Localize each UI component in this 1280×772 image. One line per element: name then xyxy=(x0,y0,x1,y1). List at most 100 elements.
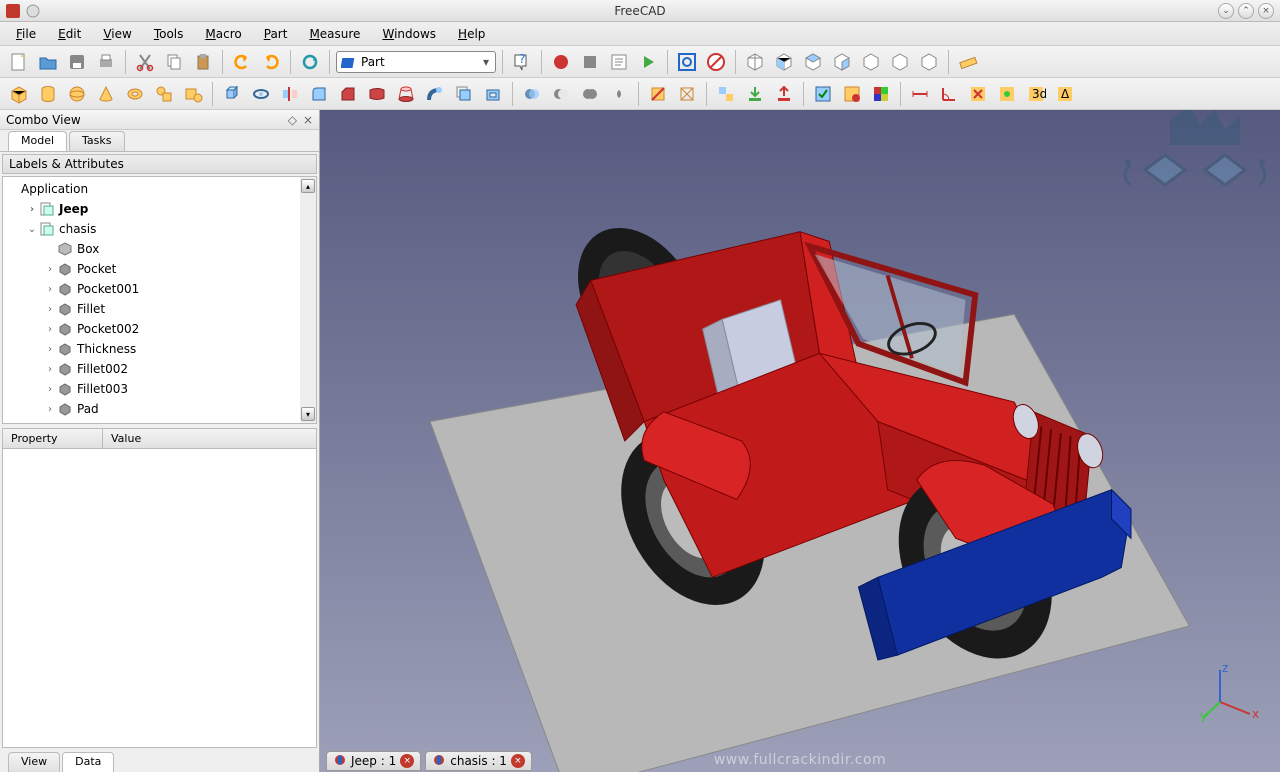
cut-bool-icon[interactable] xyxy=(548,81,574,107)
close-doc-icon[interactable]: × xyxy=(511,754,525,768)
shapebuilder-icon[interactable] xyxy=(180,81,206,107)
extrude-icon[interactable] xyxy=(219,81,245,107)
refresh-icon[interactable] xyxy=(297,49,323,75)
sweep-icon[interactable] xyxy=(422,81,448,107)
tree-item[interactable]: ›Pocket xyxy=(3,259,300,279)
workbench-selector[interactable]: Part xyxy=(336,51,496,73)
cube-icon[interactable] xyxy=(6,81,32,107)
minimize-button[interactable]: ⌄ xyxy=(1218,3,1234,19)
menu-macro[interactable]: Macro xyxy=(195,25,251,43)
tab-data[interactable]: Data xyxy=(62,752,114,772)
cross-icon[interactable] xyxy=(674,81,700,107)
sphere-icon[interactable] xyxy=(64,81,90,107)
expand-icon[interactable]: › xyxy=(43,364,57,375)
model-tree[interactable]: Application ›Jeep⌄chasisBox›Pocket›Pocke… xyxy=(3,177,300,423)
expand-icon[interactable]: ⌄ xyxy=(25,224,39,235)
copy-icon[interactable] xyxy=(161,49,187,75)
view-bottom-icon[interactable] xyxy=(887,49,913,75)
expand-icon[interactable]: › xyxy=(43,304,57,315)
check-icon[interactable] xyxy=(810,81,836,107)
menu-view[interactable]: View xyxy=(93,25,141,43)
expand-icon[interactable]: › xyxy=(43,344,57,355)
view-iso-icon[interactable] xyxy=(742,49,768,75)
print-icon[interactable] xyxy=(93,49,119,75)
thickness-icon[interactable] xyxy=(480,81,506,107)
expand-icon[interactable]: › xyxy=(43,384,57,395)
view-top-icon[interactable] xyxy=(800,49,826,75)
tree-item[interactable]: ›Pocket001 xyxy=(3,279,300,299)
expand-icon[interactable]: › xyxy=(43,324,57,335)
doc-tab[interactable]: chasis : 1× xyxy=(425,751,532,771)
undo-icon[interactable] xyxy=(229,49,255,75)
boolean-icon[interactable] xyxy=(519,81,545,107)
menu-help[interactable]: Help xyxy=(448,25,495,43)
view-right-icon[interactable] xyxy=(829,49,855,75)
play-icon[interactable] xyxy=(635,49,661,75)
tree-root[interactable]: Application xyxy=(3,179,300,199)
record-icon[interactable] xyxy=(548,49,574,75)
menu-measure[interactable]: Measure xyxy=(299,25,370,43)
draw-style-icon[interactable] xyxy=(703,49,729,75)
doc-tab[interactable]: Jeep : 1× xyxy=(326,751,421,771)
paste-icon[interactable] xyxy=(190,49,216,75)
toggle-measure-icon[interactable] xyxy=(994,81,1020,107)
scroll-down-icon[interactable]: ▾ xyxy=(301,407,315,421)
revolve-icon[interactable] xyxy=(248,81,274,107)
fit-icon[interactable] xyxy=(674,49,700,75)
expand-icon[interactable]: › xyxy=(43,284,57,295)
compound-icon[interactable] xyxy=(713,81,739,107)
redo-icon[interactable] xyxy=(258,49,284,75)
tab-tasks[interactable]: Tasks xyxy=(69,131,124,151)
expand-icon[interactable]: › xyxy=(25,204,39,215)
measure-angle-icon[interactable] xyxy=(936,81,962,107)
defeaturing-icon[interactable] xyxy=(839,81,865,107)
tab-model[interactable]: Model xyxy=(8,131,67,151)
section-icon[interactable] xyxy=(645,81,671,107)
view-front-icon[interactable] xyxy=(771,49,797,75)
maximize-button[interactable]: ⌃ xyxy=(1238,3,1254,19)
toggle-delta-icon[interactable]: Δ xyxy=(1052,81,1078,107)
scroll-up-icon[interactable]: ▴ xyxy=(301,179,315,193)
expand-icon[interactable]: › xyxy=(43,264,57,275)
menu-edit[interactable]: Edit xyxy=(48,25,91,43)
measure-linear-icon[interactable] xyxy=(907,81,933,107)
tree-item[interactable]: ›Thickness xyxy=(3,339,300,359)
cone-icon[interactable] xyxy=(93,81,119,107)
view-rear-icon[interactable] xyxy=(858,49,884,75)
import-icon[interactable] xyxy=(742,81,768,107)
tree-item[interactable]: ›Fillet004 xyxy=(3,419,300,423)
tree-item[interactable]: ›Jeep xyxy=(3,199,300,219)
mirror-icon[interactable] xyxy=(277,81,303,107)
tree-scrollbar[interactable]: ▴ ▾ xyxy=(300,177,316,423)
menu-part[interactable]: Part xyxy=(254,25,298,43)
union-icon[interactable] xyxy=(577,81,603,107)
view-left-icon[interactable] xyxy=(916,49,942,75)
close-button[interactable]: × xyxy=(1258,3,1274,19)
tree-item[interactable]: ›Fillet xyxy=(3,299,300,319)
tree-item[interactable]: ›Pocket002 xyxy=(3,319,300,339)
ruled-icon[interactable] xyxy=(364,81,390,107)
clear-measure-icon[interactable] xyxy=(965,81,991,107)
close-panel-icon[interactable]: × xyxy=(303,113,313,127)
tree-item[interactable]: Box xyxy=(3,239,300,259)
colors-icon[interactable] xyxy=(868,81,894,107)
new-icon[interactable] xyxy=(6,49,32,75)
menu-tools[interactable]: Tools xyxy=(144,25,194,43)
close-doc-icon[interactable]: × xyxy=(400,754,414,768)
chamfer-icon[interactable] xyxy=(335,81,361,107)
undock-icon[interactable]: ◇ xyxy=(288,113,297,127)
cylinder-icon[interactable] xyxy=(35,81,61,107)
3d-viewport[interactable]: x y z www.fullcrackindir.com Jeep : 1×ch… xyxy=(320,110,1280,772)
menu-windows[interactable]: Windows xyxy=(372,25,446,43)
menu-file[interactable]: File xyxy=(6,25,46,43)
tree-item[interactable]: ›Fillet003 xyxy=(3,379,300,399)
tab-view[interactable]: View xyxy=(8,752,60,772)
save-icon[interactable] xyxy=(64,49,90,75)
expand-icon[interactable]: › xyxy=(43,404,57,415)
loft-icon[interactable] xyxy=(393,81,419,107)
stop-icon[interactable] xyxy=(577,49,603,75)
intersect-icon[interactable] xyxy=(606,81,632,107)
tree-item[interactable]: ›Pad xyxy=(3,399,300,419)
cut-icon[interactable] xyxy=(132,49,158,75)
measure-icon[interactable] xyxy=(955,49,981,75)
